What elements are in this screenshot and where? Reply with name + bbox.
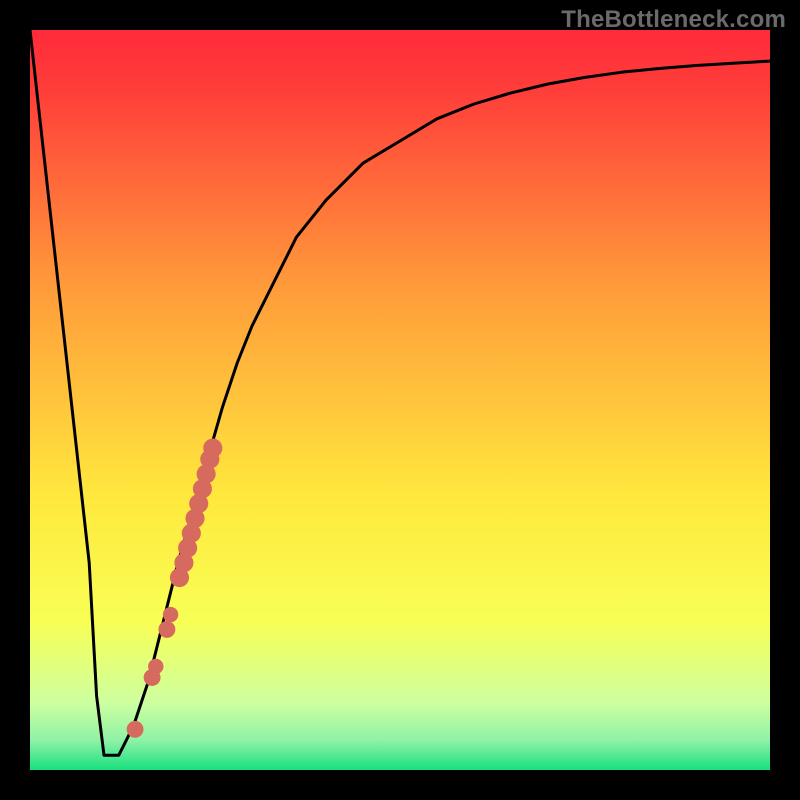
- plot-area: [30, 30, 770, 770]
- chart-frame: { "watermark": "TheBottleneck.com", "col…: [0, 0, 800, 800]
- data-point: [148, 659, 163, 674]
- data-point: [158, 621, 175, 638]
- data-point: [127, 721, 144, 738]
- data-point: [203, 439, 222, 458]
- data-point: [163, 607, 178, 622]
- chart-svg: [30, 30, 770, 770]
